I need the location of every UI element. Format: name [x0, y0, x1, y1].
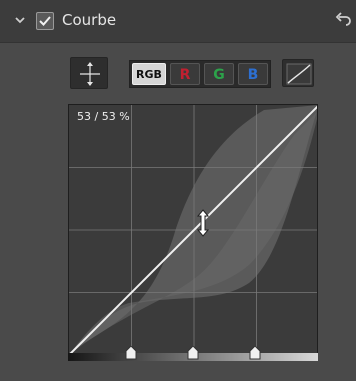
- channel-green-button[interactable]: G: [204, 63, 234, 85]
- channel-rgb-button[interactable]: RGB: [132, 63, 166, 85]
- move-arrows-icon: [80, 62, 100, 86]
- resize-vertical-icon: [196, 209, 210, 237]
- panel-header[interactable]: Courbe: [0, 0, 356, 43]
- check-icon: [39, 16, 51, 26]
- curve-graph[interactable]: 53 / 53 %: [68, 104, 318, 360]
- white-point-handle[interactable]: [249, 346, 261, 360]
- curve-type-button[interactable]: [282, 59, 314, 87]
- curve-panel: Courbe RGB R G B 53 / 53 %: [0, 0, 356, 381]
- black-point-handle[interactable]: [125, 346, 137, 360]
- channel-blue-button[interactable]: B: [238, 63, 268, 85]
- move-point-button[interactable]: [70, 57, 108, 89]
- chevron-down-icon[interactable]: [12, 12, 28, 28]
- channel-red-button[interactable]: R: [170, 63, 200, 85]
- linear-curve-icon: [286, 63, 312, 85]
- midpoint-handle[interactable]: [187, 346, 199, 360]
- enable-checkbox[interactable]: [36, 12, 54, 30]
- panel-title: Courbe: [62, 11, 117, 29]
- coordinate-readout: 53 / 53 %: [77, 110, 130, 123]
- channel-selector: RGB R G B: [129, 60, 271, 88]
- undo-icon[interactable]: [334, 10, 352, 28]
